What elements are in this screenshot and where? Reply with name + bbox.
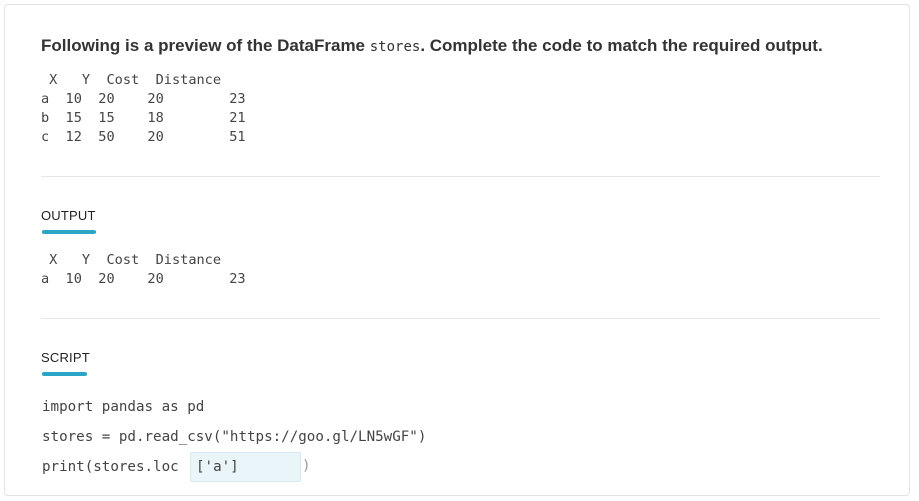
output-table: X Y Cost Distance a 10 20 20 23 — [41, 252, 246, 287]
divider — [41, 176, 880, 177]
code-line-print: print(stores.loc — [42, 459, 179, 475]
output-label: OUTPUT — [41, 208, 96, 223]
answer-blank-input[interactable]: ['a'] — [190, 452, 301, 482]
question-prefix: Following is a preview of the DataFrame — [41, 36, 366, 55]
code-close-paren: ) — [302, 458, 311, 474]
dataframe-name: stores — [369, 39, 421, 55]
code-line-import: import pandas as pd — [42, 399, 205, 415]
code-line-read-csv: stores = pd.read_csv("https://goo.gl/LN5… — [42, 429, 427, 445]
output-label-underline — [42, 230, 96, 234]
question-suffix: . Complete the code to match the require… — [420, 36, 823, 55]
dataframe-preview: X Y Cost Distance a 10 20 20 23 b 15 15 … — [41, 72, 246, 145]
script-label: SCRIPT — [41, 350, 90, 365]
script-label-underline — [42, 372, 87, 376]
divider — [41, 318, 880, 319]
question-text: Following is a preview of the DataFrame … — [41, 36, 881, 56]
